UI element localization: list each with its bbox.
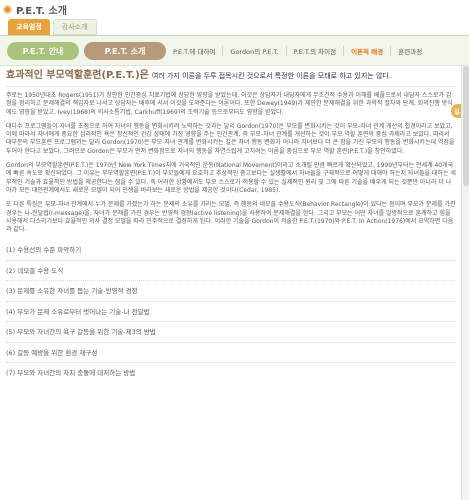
subnav-links: P.E.T.에 대하여 Gordon의 P.E.T. P.E.T.의 차이점 이… bbox=[166, 42, 429, 60]
page-title: P.E.T. 소개 bbox=[16, 5, 67, 17]
paragraph: Gordon의 부모역할훈련(P.E.T.)은 1970년 New York T… bbox=[6, 162, 456, 194]
scrollbar[interactable] bbox=[461, 66, 469, 500]
content-headline: 효과적인 부모역할훈련(P.E.T.)은 여러 가지 이론을 두루 접목시킨 것으… bbox=[6, 70, 456, 82]
list-item: (4) 부모가 문제 소유로부터 벗어나는 기술-나 전달법 bbox=[6, 302, 456, 323]
subnav-link-theory[interactable]: 이론적 배경 bbox=[343, 46, 390, 56]
page-title-bar: P.E.T. 소개 bbox=[0, 0, 469, 18]
paragraph: 또 다른 특징은 부모-자녀 관계에서 누가 문제를 가졌는가 하는 문제의 소… bbox=[6, 201, 456, 234]
headline-emphasis: 효과적인 부모역할훈련(P.E.T.)은 bbox=[6, 70, 149, 81]
list-item: (6) 갈등 예방을 위한 환경 재구성 bbox=[6, 343, 456, 364]
headline-text: 여러 가지 이론을 두루 접목시킨 것으로서 특정한 이론을 모태로 하고 있지… bbox=[151, 72, 392, 80]
bullet-icon bbox=[3, 4, 12, 14]
paragraph: 대다수 프로그램들이 자녀를 초점으로 하여 자녀의 행동을 변화시키려 노력하… bbox=[6, 122, 455, 155]
list-item: (3) 문제를 소유한 자녀를 돕는 기술-반영적 경청 bbox=[6, 281, 456, 302]
scrollbar-thumb[interactable] bbox=[463, 66, 469, 186]
tab-instructors[interactable]: 강사소개 bbox=[52, 19, 97, 35]
subnav-link-course[interactable]: 훈련과정 bbox=[390, 46, 429, 56]
subnav-link-about[interactable]: P.E.T.에 대하여 bbox=[166, 46, 222, 56]
pet-intro-button[interactable]: P.E.T. 소개 bbox=[84, 42, 166, 60]
sub-navigation: P.E.T. 안내 P.E.T. 소개 P.E.T.에 대하여 Gordon의 … bbox=[0, 36, 469, 66]
step-list: (1) 수용선의 수준 파악하기 (2) 네모꼴 수용 도식 (3) 문제를 소… bbox=[6, 240, 456, 384]
tab-schedule[interactable]: 교육일정 bbox=[8, 19, 50, 35]
list-item: (2) 네모꼴 수용 도식 bbox=[6, 261, 456, 282]
top-tabs: 교육일정 강사소개 bbox=[8, 19, 97, 35]
subnav-link-gordon[interactable]: Gordon의 P.E.T. bbox=[222, 46, 285, 56]
paragraph: 주로는 1950년대초 Rogers(1951)가 창안한 인간중심 치료기법에… bbox=[6, 92, 453, 116]
list-item: (7) 부모와 자녀간의 차치 충돌에 대처하는 방법 bbox=[6, 369, 136, 378]
list-item: (5) 부모와 자녀간의 욕구 갈등을 위한 기술-제3의 방법 bbox=[6, 322, 456, 343]
subnav-link-difference[interactable]: P.E.T.의 차이점 bbox=[285, 46, 343, 56]
pet-guide-button[interactable]: P.E.T. 안내 bbox=[7, 42, 79, 60]
list-item: (1) 수용선의 수준 파악하기 bbox=[6, 240, 456, 261]
main-content: 효과적인 부모역할훈련(P.E.T.)은 여러 가지 이론을 두루 접목시킨 것으… bbox=[6, 66, 456, 384]
divider bbox=[6, 86, 456, 87]
